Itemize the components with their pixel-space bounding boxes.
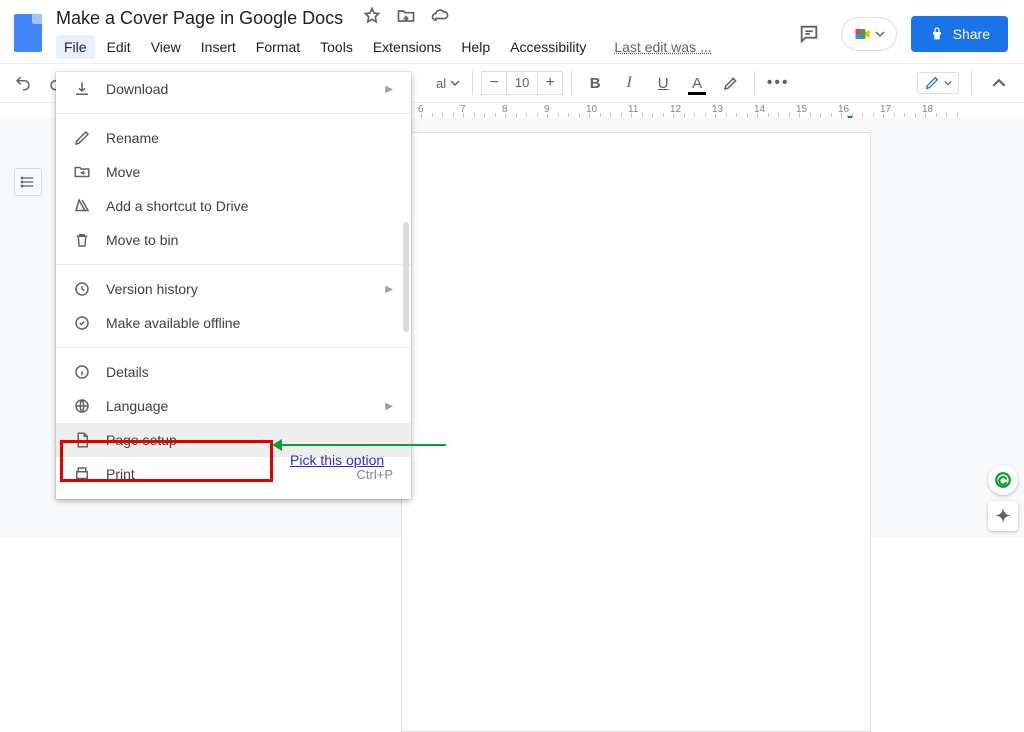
underline-button[interactable]: U bbox=[648, 69, 678, 97]
rename-icon bbox=[72, 128, 92, 148]
separator bbox=[971, 71, 972, 95]
menuitem-add-shortcut[interactable]: Add a shortcut to Drive bbox=[56, 189, 411, 223]
cloud-status-icon[interactable] bbox=[430, 6, 450, 31]
separator bbox=[472, 71, 473, 95]
ruler-tick-label: 11 bbox=[628, 104, 638, 115]
file-menu-dropdown: Download ▶ Rename Move Add a shortcut to… bbox=[56, 72, 411, 499]
menu-accessibility[interactable]: Accessibility bbox=[502, 35, 594, 59]
font-size-increase[interactable]: + bbox=[538, 72, 562, 94]
submenu-arrow-icon: ▶ bbox=[385, 284, 393, 295]
meet-button[interactable] bbox=[841, 17, 897, 51]
menuitem-version-history[interactable]: Version history ▶ bbox=[56, 272, 411, 306]
star-icon[interactable] bbox=[362, 6, 382, 31]
menuitem-move-to-bin[interactable]: Move to bin bbox=[56, 223, 411, 257]
docs-logo-icon[interactable] bbox=[14, 14, 42, 52]
ruler-tick-label: 14 bbox=[754, 104, 765, 115]
menu-help[interactable]: Help bbox=[453, 35, 498, 59]
submenu-arrow-icon: ▶ bbox=[385, 401, 393, 412]
language-icon bbox=[72, 396, 92, 416]
grammarly-badge-icon[interactable] bbox=[988, 465, 1018, 495]
arrow-line-icon bbox=[276, 444, 446, 446]
menuitem-label: Move bbox=[106, 164, 393, 180]
font-family-dropdown[interactable]: al bbox=[432, 76, 464, 91]
menuitem-label: Details bbox=[106, 364, 393, 380]
font-size-value[interactable]: 10 bbox=[506, 72, 538, 94]
italic-button[interactable]: I bbox=[614, 69, 644, 97]
comments-icon[interactable] bbox=[791, 16, 827, 52]
menu-tools[interactable]: Tools bbox=[312, 35, 361, 59]
menu-view[interactable]: View bbox=[143, 35, 189, 59]
menuitem-label: Language bbox=[106, 398, 385, 414]
menuitem-label: Make available offline bbox=[106, 315, 393, 331]
undo-button[interactable] bbox=[8, 69, 38, 97]
menuitem-label: Rename bbox=[106, 130, 393, 146]
more-tools-button[interactable]: ••• bbox=[763, 69, 793, 97]
menuitem-make-available-offline[interactable]: Make available offline bbox=[56, 306, 411, 340]
print-icon bbox=[72, 464, 92, 484]
page-setup-icon bbox=[72, 430, 92, 450]
menu-edit[interactable]: Edit bbox=[99, 35, 139, 59]
menuitem-details[interactable]: Details bbox=[56, 355, 411, 389]
menuitem-label: Add a shortcut to Drive bbox=[106, 198, 393, 214]
drive-shortcut-icon bbox=[72, 196, 92, 216]
move-folder-icon bbox=[72, 162, 92, 182]
editing-mode-button[interactable] bbox=[917, 72, 959, 94]
menuitem-language[interactable]: Language ▶ bbox=[56, 389, 411, 423]
bin-icon bbox=[72, 230, 92, 250]
menu-extensions[interactable]: Extensions bbox=[365, 35, 449, 59]
menubar: File Edit View Insert Format Tools Exten… bbox=[56, 35, 791, 59]
share-label: Share bbox=[953, 26, 990, 42]
menu-separator bbox=[56, 347, 411, 348]
highlight-button[interactable] bbox=[716, 69, 746, 97]
document-page[interactable] bbox=[401, 132, 871, 732]
menu-insert[interactable]: Insert bbox=[193, 35, 244, 59]
font-family-label: al bbox=[436, 76, 446, 91]
menu-separator bbox=[56, 264, 411, 265]
menuitem-move[interactable]: Move bbox=[56, 155, 411, 189]
menuitem-label: Move to bin bbox=[106, 232, 393, 248]
menu-file[interactable]: File bbox=[56, 35, 95, 59]
ruler-tick-label: 12 bbox=[670, 104, 681, 115]
ruler-tick-label: 15 bbox=[796, 104, 807, 115]
text-color-button[interactable]: A bbox=[682, 69, 712, 97]
annotation-text: Pick this option bbox=[290, 452, 384, 468]
separator bbox=[571, 71, 572, 95]
ruler-tick-label: 13 bbox=[712, 104, 723, 115]
ruler-tick-label: 18 bbox=[922, 104, 933, 115]
collapse-toolbar-button[interactable] bbox=[984, 69, 1014, 97]
menu-format[interactable]: Format bbox=[248, 35, 308, 59]
document-title[interactable]: Make a Cover Page in Google Docs bbox=[56, 8, 343, 29]
info-icon bbox=[72, 362, 92, 382]
font-size-control[interactable]: − 10 + bbox=[481, 71, 563, 95]
separator bbox=[754, 71, 755, 95]
history-icon bbox=[72, 279, 92, 299]
font-size-decrease[interactable]: − bbox=[482, 72, 506, 94]
offline-icon bbox=[72, 313, 92, 333]
bold-button[interactable]: B bbox=[580, 69, 610, 97]
menuitem-download[interactable]: Download ▶ bbox=[56, 72, 411, 106]
menu-separator bbox=[56, 113, 411, 114]
menu-scrollbar[interactable] bbox=[403, 222, 409, 332]
menuitem-label: Download bbox=[106, 81, 385, 97]
download-icon bbox=[72, 79, 92, 99]
submenu-arrow-icon: ▶ bbox=[385, 84, 393, 95]
outline-toggle-button[interactable] bbox=[14, 168, 42, 196]
explore-badge-icon[interactable]: ✦ bbox=[988, 501, 1018, 531]
ruler-tick-label: 10 bbox=[586, 104, 597, 115]
menuitem-rename[interactable]: Rename bbox=[56, 121, 411, 155]
share-button[interactable]: Share bbox=[911, 16, 1008, 52]
move-to-folder-icon[interactable] bbox=[396, 6, 416, 31]
menuitem-label: Version history bbox=[106, 281, 385, 297]
annotation-arrow bbox=[276, 444, 446, 446]
last-edit-link[interactable]: Last edit was ... bbox=[606, 35, 719, 59]
ruler-tick-label: 17 bbox=[880, 104, 891, 115]
